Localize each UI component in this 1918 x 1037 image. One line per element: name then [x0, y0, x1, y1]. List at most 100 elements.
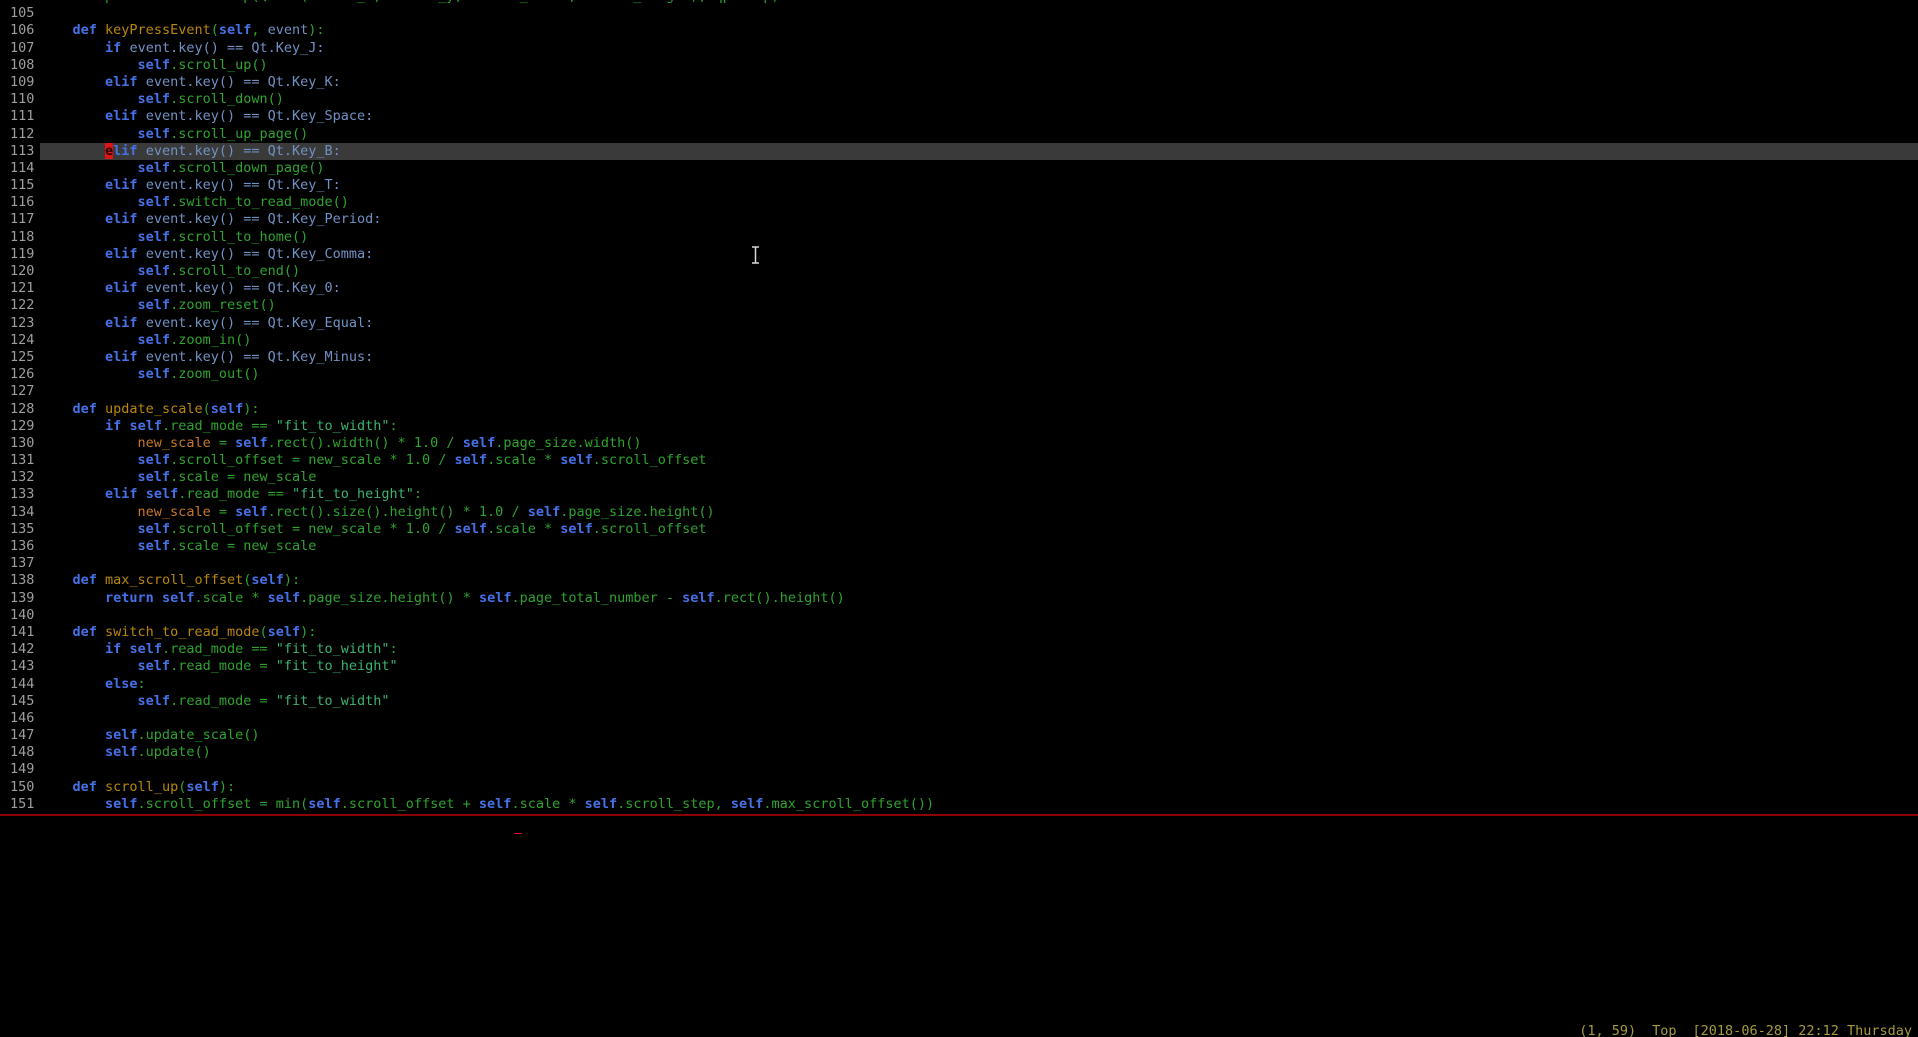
line-number: 112: [0, 126, 40, 143]
code-text: self.scroll_up_page(): [40, 126, 1918, 143]
line-number: 108: [0, 57, 40, 74]
code-text: elif event.key() == Qt.Key_K:: [40, 74, 1918, 91]
code-text: [40, 555, 1918, 572]
code-line[interactable]: 107 if event.key() == Qt.Key_J:: [0, 40, 1918, 57]
code-line[interactable]: 151 self.scroll_offset = min(self.scroll…: [0, 796, 1918, 813]
code-text: [40, 761, 1918, 778]
code-line[interactable]: 149: [0, 761, 1918, 778]
code-text: return self.scale * self.page_size.heigh…: [40, 590, 1918, 607]
code-line[interactable]: 120 self.scroll_to_end(): [0, 263, 1918, 280]
code-line[interactable]: 106 def keyPressEvent(self, event):: [0, 22, 1918, 39]
line-number: 150: [0, 779, 40, 796]
code-line[interactable]: 118 self.scroll_to_home(): [0, 229, 1918, 246]
code-line[interactable]: 111 elif event.key() == Qt.Key_Space:: [0, 108, 1918, 125]
code-line[interactable]: 134 new_scale = self.rect().size().heigh…: [0, 504, 1918, 521]
code-line[interactable]: 139 return self.scale * self.page_size.h…: [0, 590, 1918, 607]
minibuffer[interactable]: Open with EAF: ~/emacs-application-frame…: [0, 816, 1918, 833]
code-text: new_scale = self.rect().width() * 1.0 / …: [40, 435, 1918, 452]
line-number: 111: [0, 108, 40, 125]
code-line[interactable]: 129 if self.read_mode == "fit_to_width":: [0, 418, 1918, 435]
line-number: 142: [0, 641, 40, 658]
line-number: 105: [0, 5, 40, 22]
code-line[interactable]: 147 self.update_scale(): [0, 727, 1918, 744]
code-line[interactable]: 108 self.scroll_up(): [0, 57, 1918, 74]
code-text: elif event.key() == Qt.Key_Minus:: [40, 349, 1918, 366]
code-line[interactable]: 112 self.scroll_up_page(): [0, 126, 1918, 143]
code-line[interactable]: 137: [0, 555, 1918, 572]
code-line[interactable]: 109 elif event.key() == Qt.Key_K:: [0, 74, 1918, 91]
code-line[interactable]: 105: [0, 5, 1918, 22]
code-text: def keyPressEvent(self, event):: [40, 22, 1918, 39]
code-text: else:: [40, 676, 1918, 693]
line-number: 149: [0, 761, 40, 778]
code-line[interactable]: 143 self.read_mode = "fit_to_height": [0, 658, 1918, 675]
code-line[interactable]: 124 self.zoom_in(): [0, 332, 1918, 349]
awesome-tray: (1, 59) Top [2018-06-28] 22:12 Thursday: [1579, 1023, 1912, 1037]
code-area[interactable]: 104 painter.drawPixmap(QRect(render_x, r…: [0, 0, 1918, 814]
code-text: self.scroll_down(): [40, 91, 1918, 108]
line-number: 146: [0, 710, 40, 727]
code-text: self.scale = new_scale: [40, 469, 1918, 486]
line-number: 140: [0, 607, 40, 624]
line-number: 148: [0, 744, 40, 761]
code-line[interactable]: 122 self.zoom_reset(): [0, 297, 1918, 314]
code-text: self.scroll_offset = min(self.scroll_off…: [40, 796, 1918, 813]
code-line[interactable]: 116 self.switch_to_read_mode(): [0, 194, 1918, 211]
code-line[interactable]: 130 new_scale = self.rect().width() * 1.…: [0, 435, 1918, 452]
code-line[interactable]: 141 def switch_to_read_mode(self):: [0, 624, 1918, 641]
line-number: 119: [0, 246, 40, 263]
line-number: 116: [0, 194, 40, 211]
line-number: 139: [0, 590, 40, 607]
code-line[interactable]: 150 def scroll_up(self):: [0, 779, 1918, 796]
code-line[interactable]: 113 elif event.key() == Qt.Key_B:: [0, 143, 1918, 160]
line-number: 120: [0, 263, 40, 280]
code-text: self.read_mode = "fit_to_height": [40, 658, 1918, 675]
code-text: def update_scale(self):: [40, 401, 1918, 418]
code-text: elif event.key() == Qt.Key_T:: [40, 177, 1918, 194]
line-number: 138: [0, 572, 40, 589]
code-text: self.scroll_offset = new_scale * 1.0 / s…: [40, 521, 1918, 538]
code-line[interactable]: 145 self.read_mode = "fit_to_width": [0, 693, 1918, 710]
tray-buffer-position: Top: [1652, 1023, 1676, 1037]
code-line[interactable]: 131 self.scroll_offset = new_scale * 1.0…: [0, 452, 1918, 469]
code-text: self.switch_to_read_mode(): [40, 194, 1918, 211]
line-number: 123: [0, 315, 40, 332]
code-line[interactable]: 148 self.update(): [0, 744, 1918, 761]
code-text: def max_scroll_offset(self):: [40, 572, 1918, 589]
line-number: 137: [0, 555, 40, 572]
line-number: 129: [0, 418, 40, 435]
line-number: 135: [0, 521, 40, 538]
code-line[interactable]: 128 def update_scale(self):: [0, 401, 1918, 418]
line-number: 125: [0, 349, 40, 366]
code-line[interactable]: 142 if self.read_mode == "fit_to_width":: [0, 641, 1918, 658]
code-line[interactable]: 127: [0, 383, 1918, 400]
code-line[interactable]: 135 self.scroll_offset = new_scale * 1.0…: [0, 521, 1918, 538]
code-text: self.update_scale(): [40, 727, 1918, 744]
code-text: self.scroll_down_page(): [40, 160, 1918, 177]
tray-cursor-position: (1, 59): [1579, 1023, 1636, 1037]
code-line[interactable]: 115 elif event.key() == Qt.Key_T:: [0, 177, 1918, 194]
code-line[interactable]: 136 self.scale = new_scale: [0, 538, 1918, 555]
code-text: self.scroll_to_end(): [40, 263, 1918, 280]
code-line[interactable]: 140: [0, 607, 1918, 624]
code-line[interactable]: 123 elif event.key() == Qt.Key_Equal:: [0, 315, 1918, 332]
mouse-ibeam-cursor: [750, 246, 761, 268]
line-number: 124: [0, 332, 40, 349]
tray-datetime: [2018-06-28] 22:12 Thursday: [1693, 1023, 1912, 1037]
code-line[interactable]: 121 elif event.key() == Qt.Key_0:: [0, 280, 1918, 297]
code-text: self.zoom_in(): [40, 332, 1918, 349]
code-line[interactable]: 126 self.zoom_out(): [0, 366, 1918, 383]
code-line[interactable]: 144 else:: [0, 676, 1918, 693]
code-text: [40, 383, 1918, 400]
code-line[interactable]: 132 self.scale = new_scale: [0, 469, 1918, 486]
emacs-frame: 104 painter.drawPixmap(QRect(render_x, r…: [0, 0, 1918, 1037]
code-line[interactable]: 119 elif event.key() == Qt.Key_Comma:: [0, 246, 1918, 263]
line-number: 115: [0, 177, 40, 194]
code-line[interactable]: 114 self.scroll_down_page(): [0, 160, 1918, 177]
code-line[interactable]: 125 elif event.key() == Qt.Key_Minus:: [0, 349, 1918, 366]
code-line[interactable]: 146: [0, 710, 1918, 727]
code-line[interactable]: 133 elif self.read_mode == "fit_to_heigh…: [0, 486, 1918, 503]
code-line[interactable]: 138 def max_scroll_offset(self):: [0, 572, 1918, 589]
code-line[interactable]: 117 elif event.key() == Qt.Key_Period:: [0, 211, 1918, 228]
code-line[interactable]: 110 self.scroll_down(): [0, 91, 1918, 108]
